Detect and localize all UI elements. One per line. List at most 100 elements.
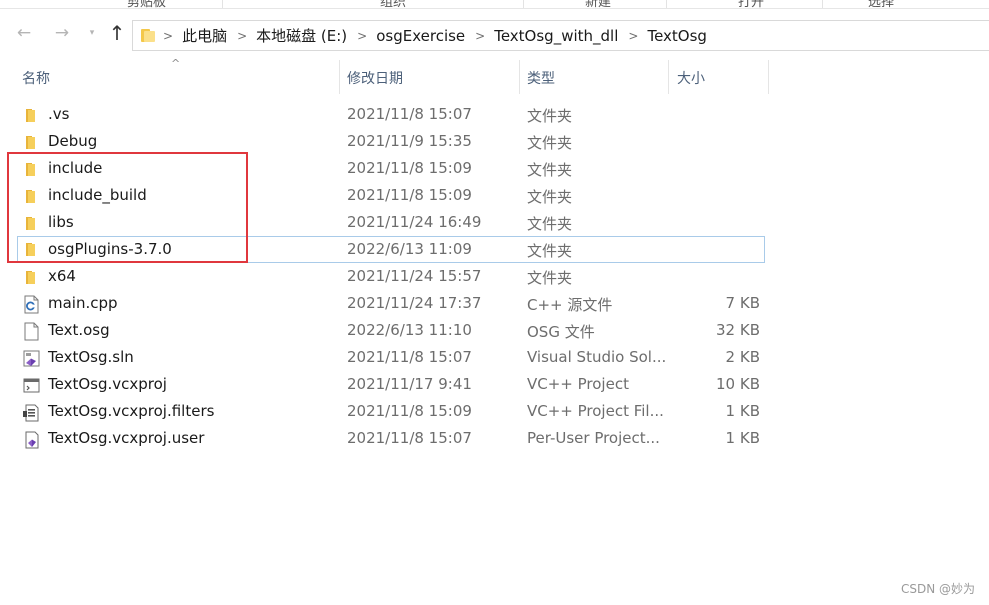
- file-row[interactable]: TextOsg.vcxproj.user 2021/11/8 15:07 Per…: [17, 426, 765, 453]
- file-type: 文件夹: [527, 269, 573, 287]
- forward-arrow-icon: →: [54, 23, 70, 43]
- file-type: 文件夹: [527, 107, 573, 125]
- column-divider[interactable]: [668, 60, 669, 94]
- file-type: VC++ Project Fil...: [527, 402, 664, 420]
- file-row[interactable]: main.cpp 2021/11/24 17:37 C++ 源文件 7 KB: [17, 291, 765, 318]
- file-size: 10 KB: [716, 375, 760, 393]
- file-type: C++ 源文件: [527, 296, 613, 314]
- back-button[interactable]: ←: [13, 20, 35, 46]
- ribbon-group-clipboard: 剪贴板: [127, 0, 167, 9]
- ribbon-group-select: 选择: [868, 0, 895, 9]
- file-row[interactable]: TextOsg.vcxproj 2021/11/17 9:41 VC++ Pro…: [17, 372, 765, 399]
- file-date: 2021/11/8 15:07: [347, 105, 472, 123]
- user-project-file-icon: [22, 430, 41, 449]
- folder-icon: [22, 133, 41, 152]
- breadcrumb-textosg[interactable]: TextOsg: [645, 27, 708, 45]
- file-type: Visual Studio Sol...: [527, 348, 667, 366]
- file-date: 2021/11/8 15:07: [347, 348, 472, 366]
- ribbon-group-organize: 组织: [380, 0, 407, 9]
- file-name: TextOsg.vcxproj.filters: [48, 402, 215, 420]
- breadcrumb-osgexercise[interactable]: osgExercise: [374, 27, 467, 45]
- file-type: 文件夹: [527, 134, 573, 152]
- folder-icon: [22, 268, 41, 287]
- column-header-name[interactable]: 名称: [22, 68, 50, 88]
- ribbon-group-new: 新建: [585, 0, 612, 9]
- file-date: 2021/11/24 15:57: [347, 267, 482, 285]
- file-date: 2022/6/13 11:10: [347, 321, 472, 339]
- file-row[interactable]: TextOsg.vcxproj.filters 2021/11/8 15:09 …: [17, 399, 765, 426]
- vcxproj-file-icon: [22, 376, 41, 395]
- ribbon-divider: [666, 0, 667, 8]
- breadcrumb-local-disk[interactable]: 本地磁盘 (E:): [254, 25, 349, 46]
- column-divider[interactable]: [339, 60, 340, 94]
- chevron-down-icon: ▾: [89, 28, 95, 38]
- file-size: 1 KB: [725, 429, 760, 447]
- column-divider[interactable]: [519, 60, 520, 94]
- ribbon-divider: [523, 0, 524, 8]
- file-name: .vs: [48, 105, 70, 123]
- file-date: 2021/11/8 15:07: [347, 429, 472, 447]
- file-type: 文件夹: [527, 188, 573, 206]
- breadcrumb-textosg-with-dll[interactable]: TextOsg_with_dll: [492, 27, 620, 45]
- file-row[interactable]: .vs 2021/11/8 15:07 文件夹: [17, 102, 765, 129]
- ribbon-divider: [822, 0, 823, 8]
- file-name: TextOsg.vcxproj.user: [48, 429, 205, 447]
- file-size: 7 KB: [725, 294, 760, 312]
- back-arrow-icon: ←: [16, 23, 32, 43]
- ribbon-group-open: 打开: [738, 0, 765, 9]
- navigation-bar: ← → ▾ ↑ > 此电脑 > 本地磁盘 (E:) > osgExercise …: [0, 10, 989, 56]
- visual-studio-solution-icon: [22, 349, 41, 368]
- cpp-file-icon: [22, 295, 41, 314]
- file-date: 2021/11/8 15:09: [347, 402, 472, 420]
- file-type: 文件夹: [527, 215, 573, 233]
- up-arrow-icon: ↑: [108, 21, 126, 45]
- address-bar[interactable]: > 此电脑 > 本地磁盘 (E:) > osgExercise > TextOs…: [132, 20, 989, 51]
- file-type: 文件夹: [527, 161, 573, 179]
- file-name: TextOsg.sln: [48, 348, 134, 366]
- file-date: 2021/11/24 16:49: [347, 213, 482, 231]
- column-headers: ^ 名称 修改日期 类型 大小: [0, 57, 989, 94]
- file-size: 32 KB: [716, 321, 760, 339]
- column-header-type[interactable]: 类型: [527, 68, 555, 88]
- breadcrumb-chevron-icon[interactable]: >: [163, 29, 173, 43]
- highlight-annotation-box: [7, 152, 248, 263]
- blank-file-icon: [22, 322, 41, 341]
- ribbon-strip: 剪贴板 组织 新建 打开 选择: [0, 0, 989, 9]
- ribbon-divider: [222, 0, 223, 8]
- file-row[interactable]: x64 2021/11/24 15:57 文件夹: [17, 264, 765, 291]
- file-date: 2021/11/24 17:37: [347, 294, 482, 312]
- file-name: TextOsg.vcxproj: [48, 375, 167, 393]
- folder-icon: [141, 28, 155, 43]
- file-name: main.cpp: [48, 294, 118, 312]
- breadcrumb-chevron-icon[interactable]: >: [357, 29, 367, 43]
- file-size: 1 KB: [725, 402, 760, 420]
- file-row[interactable]: TextOsg.sln 2021/11/8 15:07 Visual Studi…: [17, 345, 765, 372]
- breadcrumb-chevron-icon[interactable]: >: [237, 29, 247, 43]
- sort-ascending-icon: ^: [171, 57, 181, 70]
- file-name: Text.osg: [48, 321, 110, 339]
- file-type: 文件夹: [527, 242, 573, 260]
- file-size: 2 KB: [725, 348, 760, 366]
- folder-icon: [22, 106, 41, 125]
- file-date: 2021/11/8 15:09: [347, 186, 472, 204]
- file-date: 2021/11/8 15:09: [347, 159, 472, 177]
- column-divider[interactable]: [768, 60, 769, 94]
- up-button[interactable]: ↑: [106, 20, 128, 46]
- breadcrumb-chevron-icon[interactable]: >: [628, 29, 638, 43]
- breadcrumb-chevron-icon[interactable]: >: [475, 29, 485, 43]
- file-type: VC++ Project: [527, 375, 629, 393]
- recent-locations-button[interactable]: ▾: [81, 20, 103, 46]
- column-header-date[interactable]: 修改日期: [347, 68, 403, 88]
- filters-file-icon: [22, 403, 41, 422]
- column-header-size[interactable]: 大小: [677, 68, 705, 88]
- watermark: CSDN @妙为: [900, 582, 975, 596]
- file-date: 2021/11/9 15:35: [347, 132, 472, 150]
- file-date: 2021/11/17 9:41: [347, 375, 472, 393]
- file-row[interactable]: Text.osg 2022/6/13 11:10 OSG 文件 32 KB: [17, 318, 765, 345]
- file-type: OSG 文件: [527, 323, 595, 341]
- file-name: x64: [48, 267, 76, 285]
- forward-button[interactable]: →: [51, 20, 73, 46]
- breadcrumb-this-pc[interactable]: 此电脑: [180, 25, 229, 46]
- file-type: Per-User Project...: [527, 429, 660, 447]
- file-name: Debug: [48, 132, 98, 150]
